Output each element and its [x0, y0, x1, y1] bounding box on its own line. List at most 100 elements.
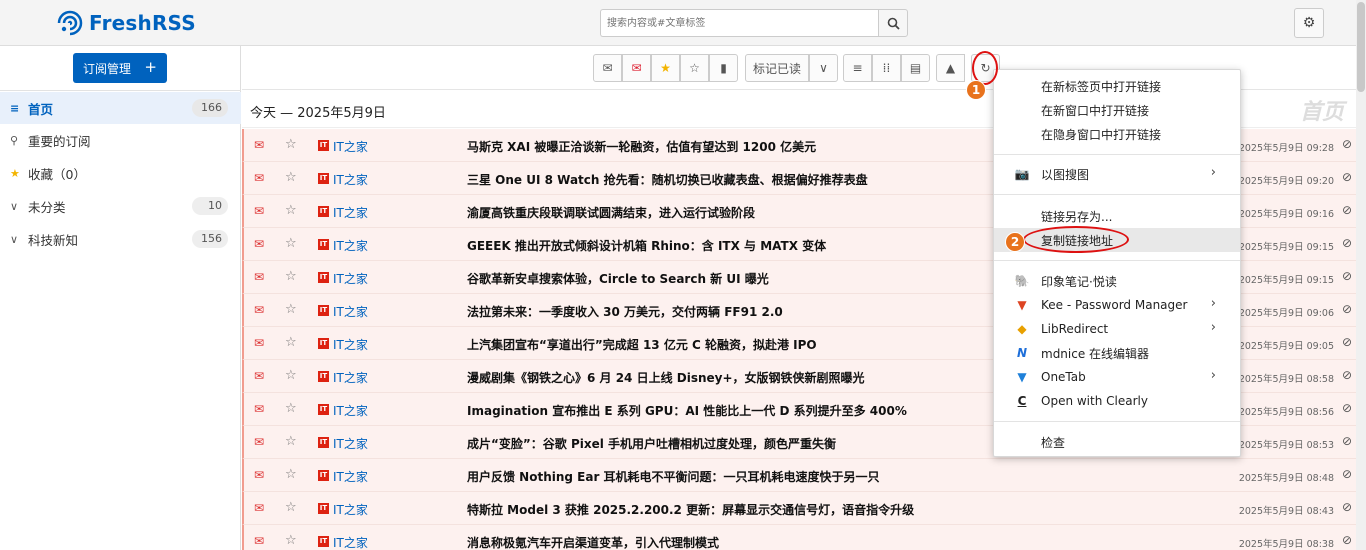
mark-read-button[interactable]: 标记已读	[745, 54, 809, 82]
mark-read-dropdown[interactable]: ∨	[809, 54, 838, 82]
sidebar-item-uncategorized[interactable]: ∨ 未分类 10	[0, 190, 241, 222]
settings-button[interactable]: ⚙	[1294, 8, 1324, 38]
feed-name[interactable]: IT之家	[333, 501, 368, 518]
external-link-icon[interactable]: ⊘	[1342, 302, 1352, 316]
favorite-star-icon[interactable]: ☆	[285, 434, 297, 449]
menu-open-incognito[interactable]: 在隐身窗口中打开链接	[994, 122, 1240, 146]
mark-read-icon[interactable]: ✉	[254, 237, 264, 251]
grid-view-button[interactable]: ⁞⁞	[872, 54, 901, 82]
favorite-star-icon[interactable]: ☆	[285, 269, 297, 284]
external-link-icon[interactable]: ⊘	[1342, 368, 1352, 382]
favorite-star-icon[interactable]: ☆	[285, 203, 297, 218]
mark-read-icon[interactable]: ✉	[254, 468, 264, 482]
menu-kee-password-manager[interactable]: ▼ Kee - Password Manager ›	[994, 293, 1240, 317]
feed-name[interactable]: IT之家	[333, 303, 368, 320]
filter-starred-button[interactable]: ★	[651, 54, 680, 82]
menu-inspect[interactable]: 检查	[994, 430, 1240, 454]
article-title[interactable]: 成片“变脸”：谷歌 Pixel 手机用户吐槽相机过度处理，颜色严重失衡	[467, 435, 836, 452]
menu-save-link-as[interactable]: 链接另存为...	[994, 204, 1240, 228]
scroll-top-button[interactable]: ▲	[936, 54, 965, 82]
chevron-down-icon[interactable]: ∨	[10, 200, 28, 213]
freshrss-logo[interactable]: FreshRSS	[57, 9, 196, 37]
favorite-star-icon[interactable]: ☆	[285, 467, 297, 482]
mark-read-icon[interactable]: ✉	[254, 138, 264, 152]
external-link-icon[interactable]: ⊘	[1342, 533, 1352, 547]
mark-read-icon[interactable]: ✉	[254, 303, 264, 317]
chevron-down-icon[interactable]: ∨	[10, 233, 28, 246]
article-title[interactable]: 马斯克 XAI 被曝正洽谈新一轮融资，估值有望达到 1200 亿美元	[467, 138, 816, 155]
feed-name[interactable]: IT之家	[333, 534, 368, 550]
favorite-star-icon[interactable]: ☆	[285, 335, 297, 350]
favorite-star-icon[interactable]: ☆	[285, 302, 297, 317]
feed-name[interactable]: IT之家	[333, 468, 368, 485]
article-title[interactable]: 用户反馈 Nothing Ear 耳机耗电不平衡问题：一只耳机耗电速度快于另一只	[467, 468, 880, 485]
scrollbar-thumb[interactable]	[1357, 2, 1365, 92]
favorite-star-icon[interactable]: ☆	[285, 368, 297, 383]
feed-name[interactable]: IT之家	[333, 435, 368, 452]
article-title[interactable]: Imagination 宣布推出 E 系列 GPU：AI 性能比上一代 D 系列…	[467, 402, 907, 419]
article-title[interactable]: 漫威剧集《钢铁之心》6 月 24 日上线 Disney+，女版钢铁侠新剧照曝光	[467, 369, 865, 386]
sidebar-item-important[interactable]: ⚲ 重要的订阅	[0, 124, 241, 156]
feed-name[interactable]: IT之家	[333, 138, 368, 155]
feed-name[interactable]: IT之家	[333, 369, 368, 386]
sidebar-item-favorites[interactable]: ★ 收藏（0）	[0, 157, 241, 189]
article-title[interactable]: 三星 One UI 8 Watch 抢先看：随机切换已收藏表盘、根据偏好推荐表盘	[467, 171, 868, 188]
article-title[interactable]: 谷歌革新安卓搜索体验，Circle to Search 新 UI 曝光	[467, 270, 769, 287]
favorite-star-icon[interactable]: ☆	[285, 533, 297, 548]
favorite-star-icon[interactable]: ☆	[285, 500, 297, 515]
mark-read-icon[interactable]: ✉	[254, 270, 264, 284]
article-row[interactable]: ✉ ☆ IT IT之家 消息称极氪汽车开启渠道变革，引入代理制模式 2025年5月9日 0…	[242, 525, 1356, 550]
article-title[interactable]: 特斯拉 Model 3 获推 2025.2.200.2 更新：屏幕显示交通信号灯…	[467, 501, 914, 518]
menu-open-with-clearly[interactable]: C Open with Clearly	[994, 389, 1240, 413]
menu-mdnice-editor[interactable]: Nmdnice 在线编辑器	[994, 341, 1240, 365]
external-link-icon[interactable]: ⊘	[1342, 500, 1352, 514]
bookmark-button[interactable]: ▮	[709, 54, 738, 82]
favorite-star-icon[interactable]: ☆	[285, 401, 297, 416]
sidebar-item-home[interactable]: ≡ 首页 166	[0, 92, 241, 124]
feed-name[interactable]: IT之家	[333, 171, 368, 188]
sidebar-item-tech-news[interactable]: ∨ 科技新知 156	[0, 223, 241, 255]
reader-view-button[interactable]: ▤	[901, 54, 930, 82]
article-title[interactable]: 上汽集团宣布“享道出行”完成超 13 亿元 C 轮融资，拟赴港 IPO	[467, 336, 817, 353]
favorite-star-icon[interactable]: ☆	[285, 236, 297, 251]
menu-image-search[interactable]: 📷 以图搜图 ›	[994, 162, 1240, 186]
article-title[interactable]: 渝厦高铁重庆段联调联试圆满结束，进入运行试验阶段	[467, 204, 755, 221]
filter-all-button[interactable]: ✉	[593, 54, 622, 82]
menu-open-new-tab[interactable]: 在新标签页中打开链接	[994, 74, 1240, 98]
filter-unread-button[interactable]: ✉	[622, 54, 651, 82]
page-scrollbar[interactable]	[1356, 0, 1366, 550]
search-button[interactable]	[878, 9, 908, 37]
menu-evernote-clearly[interactable]: 🐘 印象笔记·悦读	[994, 269, 1240, 293]
external-link-icon[interactable]: ⊘	[1342, 434, 1352, 448]
external-link-icon[interactable]: ⊘	[1342, 236, 1352, 250]
search-input[interactable]	[600, 9, 878, 37]
article-title[interactable]: 法拉第未来：一季度收入 30 万美元，交付两辆 FF91 2.0	[467, 303, 783, 320]
article-row[interactable]: ✉ ☆ IT IT之家 用户反馈 Nothing Ear 耳机耗电不平衡问题：一只耳机耗…	[242, 459, 1356, 492]
feed-name[interactable]: IT之家	[333, 336, 368, 353]
mark-read-icon[interactable]: ✉	[254, 501, 264, 515]
external-link-icon[interactable]: ⊘	[1342, 401, 1352, 415]
feed-name[interactable]: IT之家	[333, 237, 368, 254]
external-link-icon[interactable]: ⊘	[1342, 335, 1352, 349]
subscription-manage-button[interactable]: 订阅管理 +	[73, 53, 167, 83]
mark-read-icon[interactable]: ✉	[254, 171, 264, 185]
external-link-icon[interactable]: ⊘	[1342, 137, 1352, 151]
article-title[interactable]: GEEEK 推出开放式倾斜设计机箱 Rhino：含 ITX 与 MATX 变体	[467, 237, 826, 254]
menu-open-new-window[interactable]: 在新窗口中打开链接	[994, 98, 1240, 122]
article-title[interactable]: 消息称极氪汽车开启渠道变革，引入代理制模式	[467, 534, 719, 550]
mark-read-icon[interactable]: ✉	[254, 204, 264, 218]
mark-read-icon[interactable]: ✉	[254, 402, 264, 416]
external-link-icon[interactable]: ⊘	[1342, 203, 1352, 217]
external-link-icon[interactable]: ⊘	[1342, 467, 1352, 481]
list-view-button[interactable]: ≡	[843, 54, 872, 82]
feed-name[interactable]: IT之家	[333, 270, 368, 287]
menu-libredirect[interactable]: ◆ LibRedirect ›	[994, 317, 1240, 341]
external-link-icon[interactable]: ⊘	[1342, 269, 1352, 283]
article-row[interactable]: ✉ ☆ IT IT之家 特斯拉 Model 3 获推 2025.2.200.2 更新：屏…	[242, 492, 1356, 525]
external-link-icon[interactable]: ⊘	[1342, 170, 1352, 184]
mark-read-icon[interactable]: ✉	[254, 534, 264, 548]
mark-read-icon[interactable]: ✉	[254, 336, 264, 350]
mark-read-icon[interactable]: ✉	[254, 369, 264, 383]
favorite-star-icon[interactable]: ☆	[285, 137, 297, 152]
mark-read-icon[interactable]: ✉	[254, 435, 264, 449]
